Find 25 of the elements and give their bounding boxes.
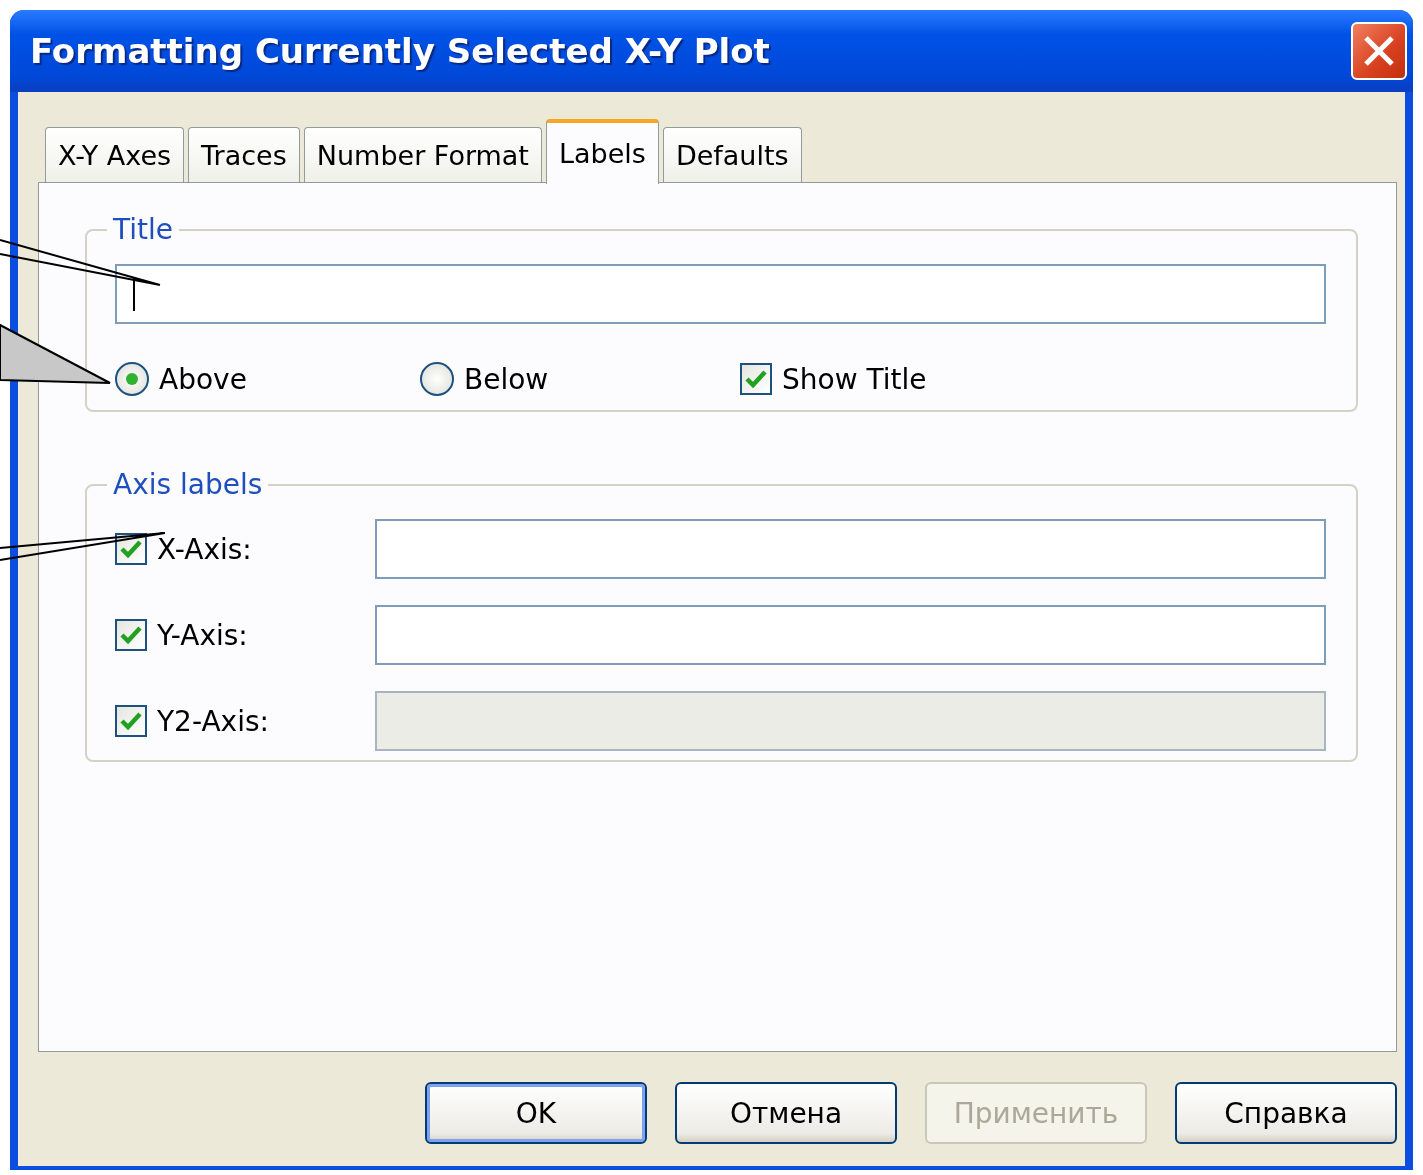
tab[interactable]: Traces bbox=[188, 127, 300, 182]
tab[interactable]: Labels bbox=[545, 119, 659, 184]
group-label: Axis labels bbox=[112, 468, 264, 501]
close-icon bbox=[1362, 34, 1396, 68]
dialog-button[interactable]: Отмена bbox=[675, 1082, 897, 1144]
title-field[interactable] bbox=[115, 264, 1326, 324]
axis-label-field[interactable] bbox=[375, 519, 1326, 579]
checkbox[interactable] bbox=[115, 619, 147, 651]
group-label: Title bbox=[112, 213, 174, 246]
close-button[interactable] bbox=[1351, 22, 1407, 80]
checkbox-label[interactable]: Y-Axis: bbox=[157, 618, 248, 652]
window-title: Formatting Currently Selected X-Y Plot bbox=[30, 31, 770, 71]
checkbox-label[interactable]: X-Axis: bbox=[157, 532, 252, 566]
checkbox[interactable] bbox=[740, 363, 772, 395]
radio-label[interactable]: Above bbox=[159, 362, 247, 396]
dialog-button[interactable]: OK bbox=[425, 1082, 647, 1144]
radio-button[interactable] bbox=[420, 362, 454, 396]
dialog-button[interactable]: Справка bbox=[1175, 1082, 1397, 1144]
axis-label-field[interactable] bbox=[375, 605, 1326, 665]
radio-label[interactable]: Below bbox=[464, 362, 549, 396]
radio-button[interactable] bbox=[115, 362, 149, 396]
tab[interactable]: Number Format bbox=[303, 127, 542, 182]
checkbox-label[interactable]: Show Title bbox=[782, 362, 927, 396]
tab[interactable]: Defaults bbox=[662, 127, 802, 182]
tab[interactable]: X-Y Axes bbox=[45, 127, 185, 182]
